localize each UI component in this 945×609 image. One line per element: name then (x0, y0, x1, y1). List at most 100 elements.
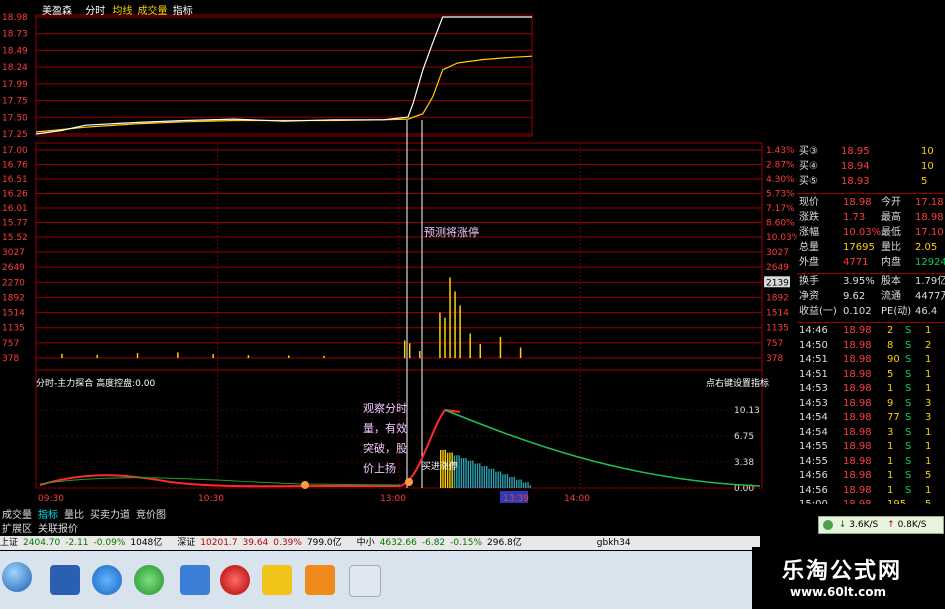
index-name: 深证 (177, 538, 196, 548)
bottom-tab[interactable]: 买卖力道 (90, 510, 130, 521)
panel-separator (797, 193, 945, 194)
indicator-bar (522, 482, 525, 488)
index-item[interactable]: 上证 2404.70 -2.11 -0.09% 1048亿 (0, 538, 167, 548)
tick-time: 14:50 (799, 339, 828, 351)
index-name: 上证 (0, 538, 19, 548)
tick-count: 1 (925, 354, 932, 365)
browser-e-icon[interactable] (134, 565, 164, 595)
indicator-bar (474, 463, 476, 488)
volume-bar (499, 336, 502, 358)
stat-key: PE(动) (881, 306, 912, 317)
start-button[interactable] (2, 562, 32, 592)
chart-app-icon[interactable] (305, 565, 335, 595)
index-change: 39.64 (242, 538, 269, 548)
tick-side: S (905, 484, 912, 496)
volume-bar (439, 312, 441, 358)
price-tick-label: 17.25 (2, 130, 28, 140)
indicator-bar (463, 458, 465, 488)
main-price-tick-label: 16.76 (2, 161, 28, 171)
label-volume[interactable]: 成交量 (138, 6, 168, 17)
tick-price: 18.98 (843, 441, 872, 452)
main-price-tick-label: 16.51 (2, 175, 28, 185)
price-tick-label: 18.24 (2, 63, 28, 73)
indicator-bar (495, 471, 497, 488)
tick-volume: 3 (887, 426, 894, 438)
bird-icon[interactable] (180, 565, 210, 595)
tick-time: 14:56 (799, 484, 828, 496)
indicator-base-line (39, 477, 401, 486)
index-change: -2.11 (65, 538, 89, 548)
index-item[interactable]: 中小 4632.66 -6.82 -0.15% 296.8亿 (357, 538, 527, 548)
ie-icon[interactable] (92, 565, 122, 595)
tick-side: S (905, 470, 912, 481)
tick-volume: 90 (887, 354, 900, 365)
quote-key: 量比 (881, 242, 901, 253)
quote-row: 外盘 4771 内盘 12924 (797, 257, 945, 269)
tick-count: 1 (925, 368, 932, 380)
volume-bar (408, 343, 411, 358)
bottom-tab-extra[interactable]: 关联报价 (38, 524, 78, 535)
tick-time: 14:54 (799, 426, 828, 438)
quote-value: 17.10 (915, 227, 944, 238)
index-item[interactable]: 深证 10201.7 39.64 0.39% 799.0亿 (177, 538, 346, 548)
watermark-title: 乐淘公式网 (782, 559, 903, 584)
pct-tick-label: 8.60% (766, 219, 795, 229)
index-name: 中小 (356, 538, 375, 548)
quote-value: 12924 (915, 257, 945, 268)
price-tick-label: 18.49 (2, 46, 28, 56)
pct-tick-label: 7.17% (766, 204, 795, 214)
tick-row: 14:55 18.98 1 S 1 (797, 456, 945, 468)
pct-tick-label: 1.43% (766, 146, 795, 156)
indicator-bar (499, 471, 502, 488)
stat-row: 收益(一) 0.102 PE(动) 46.4 (797, 306, 945, 318)
annotation-observe-line: 价上扬 (363, 461, 396, 475)
quote-value: 10.03% (843, 227, 882, 238)
bottom-tab-extra[interactable]: 扩展区 (2, 524, 32, 535)
tick-time: 14:51 (799, 354, 828, 365)
palette-icon[interactable] (349, 565, 381, 597)
indicator-bar (472, 460, 474, 488)
indicator-settings-hint[interactable]: 点右键设置指标 (706, 376, 769, 389)
price-tick-label: 18.98 (2, 13, 28, 23)
word-icon[interactable] (50, 565, 80, 595)
tick-price: 18.98 (843, 383, 872, 394)
tick-side: S (905, 397, 912, 409)
net-down: 3.6K/S (849, 520, 879, 530)
bid-label: 买⑤ (799, 176, 818, 187)
quote-value: 17695 (843, 242, 875, 253)
panel-separator (797, 273, 945, 274)
price-tick-label: 17.75 (2, 97, 28, 107)
quote-key: 涨跌 (799, 212, 819, 223)
tick-row: 14:51 18.98 90 S 1 (797, 354, 945, 366)
media-player-icon[interactable] (220, 565, 250, 595)
label-indicator[interactable]: 指标 (173, 6, 193, 17)
volume-bar (136, 353, 139, 358)
top-price-frame (35, 14, 533, 137)
volume-right-tick-label: 3027 (766, 248, 789, 258)
tick-volume: 1 (887, 484, 894, 496)
indicator-bar (460, 458, 463, 488)
volume-tick-label: 3027 (2, 248, 25, 258)
indicator-green-line (444, 409, 761, 487)
tick-volume: 1 (887, 383, 894, 394)
annotation-observe-line: 突破，股 (363, 441, 407, 455)
quote-value: 18.98 (915, 212, 944, 223)
bottom-bar: 成交量 指标 量比 买卖力道 竞价图 扩展区 关联报价 (0, 504, 945, 538)
time-label: 14:00 (564, 494, 590, 504)
indicator-bar (529, 485, 532, 488)
stat-value: 3.95% (843, 276, 875, 287)
net-speed: ↓ 3.6K/S ↑ 0.8K/S (818, 516, 944, 534)
tick-row: 14:54 18.98 3 S 1 (797, 427, 945, 439)
indicator-bar (490, 468, 492, 488)
label-fenshi[interactable]: 分时 (85, 6, 105, 17)
app-b-icon[interactable] (262, 565, 292, 595)
bid-price: 18.94 (841, 161, 870, 172)
stat-value: 9.62 (843, 291, 866, 302)
bottom-tab[interactable]: 竞价图 (136, 510, 166, 521)
volume-tick-label: 1135 (2, 324, 25, 334)
label-junxian[interactable]: 均线 (112, 6, 132, 17)
bid-price: 18.93 (841, 176, 870, 187)
index-pct: -0.15% (450, 538, 483, 548)
bid-row: 买④ 18.94 10 (797, 161, 945, 173)
pct-tick-label: 2.87% (766, 161, 795, 171)
